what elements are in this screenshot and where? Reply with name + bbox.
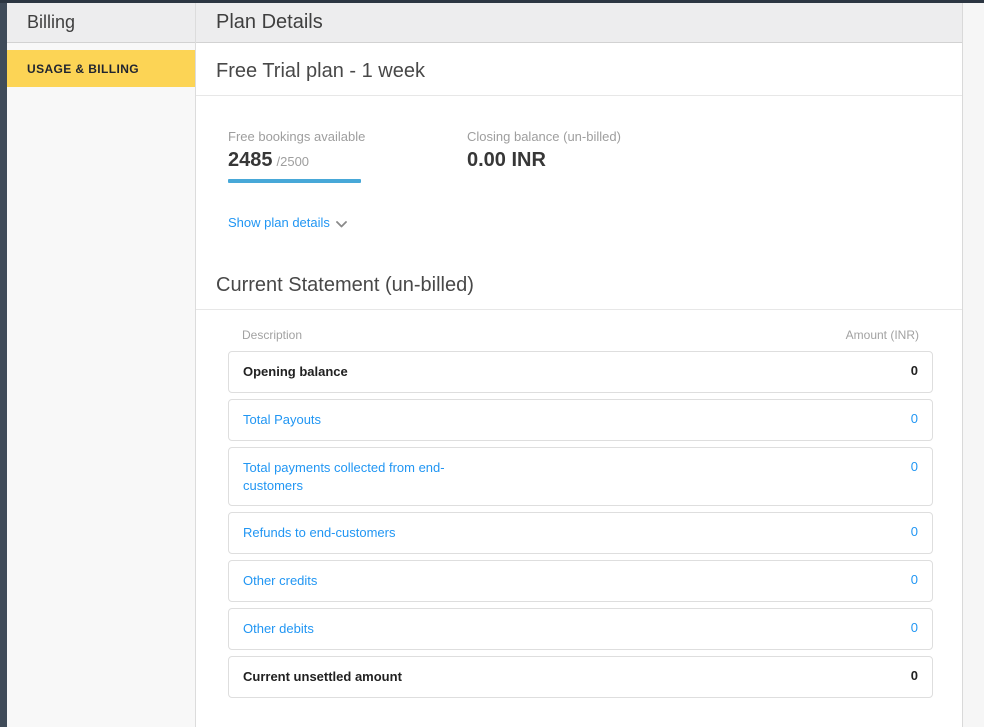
left-edge-bar — [0, 3, 7, 727]
row-label[interactable]: Other debits — [243, 620, 314, 638]
row-amount: 0 — [910, 363, 918, 378]
row-amount[interactable]: 0 — [911, 411, 918, 426]
table-row: Total payments collected from end-custom… — [228, 447, 933, 507]
progress-bar — [228, 179, 361, 183]
row-amount: 0 — [910, 668, 918, 684]
column-header-description: Description — [242, 328, 303, 342]
row-label[interactable]: Total payments collected from end-custom… — [243, 459, 483, 494]
stat-total: /2500 — [276, 154, 310, 169]
table-row: Total Payouts 0 — [228, 399, 933, 441]
row-amount[interactable]: 0 — [911, 620, 918, 635]
stat-label: Closing balance (un-billed) — [467, 129, 621, 144]
sidebar-title: Billing — [7, 3, 195, 43]
row-label: Current unsettled amount — [243, 669, 402, 685]
table-row: Other debits 0 — [228, 608, 933, 651]
stat-value: 2485 — [228, 149, 273, 171]
row-amount[interactable]: 0 — [911, 524, 918, 539]
stat-label: Free bookings available — [228, 129, 366, 144]
table-row: Refunds to end-customers 0 — [228, 512, 933, 555]
show-plan-details-link[interactable]: Show plan details — [228, 214, 347, 231]
statement-title: Current Statement (un-billed) — [196, 257, 962, 310]
row-amount[interactable]: 0 — [911, 459, 918, 474]
statement-table: Description Amount (INR) Opening balance… — [196, 310, 962, 704]
table-row: Opening balance 0 — [228, 351, 933, 393]
stat-free-bookings: Free bookings available 2485 /2500 — [228, 129, 467, 183]
sidebar-item-usage-billing[interactable]: USAGE & BILLING — [7, 50, 195, 87]
row-label[interactable]: Refunds to end-customers — [243, 524, 395, 542]
progress-bar-fill — [228, 179, 361, 183]
table-row: Current unsettled amount 0 — [228, 656, 933, 699]
show-plan-details-label[interactable]: Show plan details — [228, 215, 330, 230]
stat-value: 0.00 INR — [467, 149, 546, 171]
right-gutter — [963, 3, 984, 727]
sidebar-nav: USAGE & BILLING — [7, 43, 195, 87]
chevron-down-icon — [336, 216, 347, 231]
column-header-amount: Amount (INR) — [845, 328, 919, 342]
row-label[interactable]: Other credits — [243, 572, 317, 590]
row-amount[interactable]: 0 — [911, 572, 918, 587]
plan-stats: Free bookings available 2485 /2500 Closi… — [196, 96, 962, 183]
plan-section-title: Free Trial plan - 1 week — [196, 43, 962, 96]
main-panel: Plan Details Free Trial plan - 1 week Fr… — [196, 3, 963, 727]
sidebar: Billing USAGE & BILLING — [7, 3, 196, 727]
statement-rows: Opening balance 0 Total Payouts 0 Total … — [228, 351, 933, 699]
stat-closing-balance: Closing balance (un-billed) 0.00 INR — [467, 129, 621, 183]
row-label[interactable]: Total Payouts — [243, 411, 321, 429]
row-label: Opening balance — [243, 364, 348, 379]
table-row: Other credits 0 — [228, 560, 933, 603]
page-title: Plan Details — [216, 11, 323, 33]
main-header: Plan Details — [196, 3, 962, 43]
